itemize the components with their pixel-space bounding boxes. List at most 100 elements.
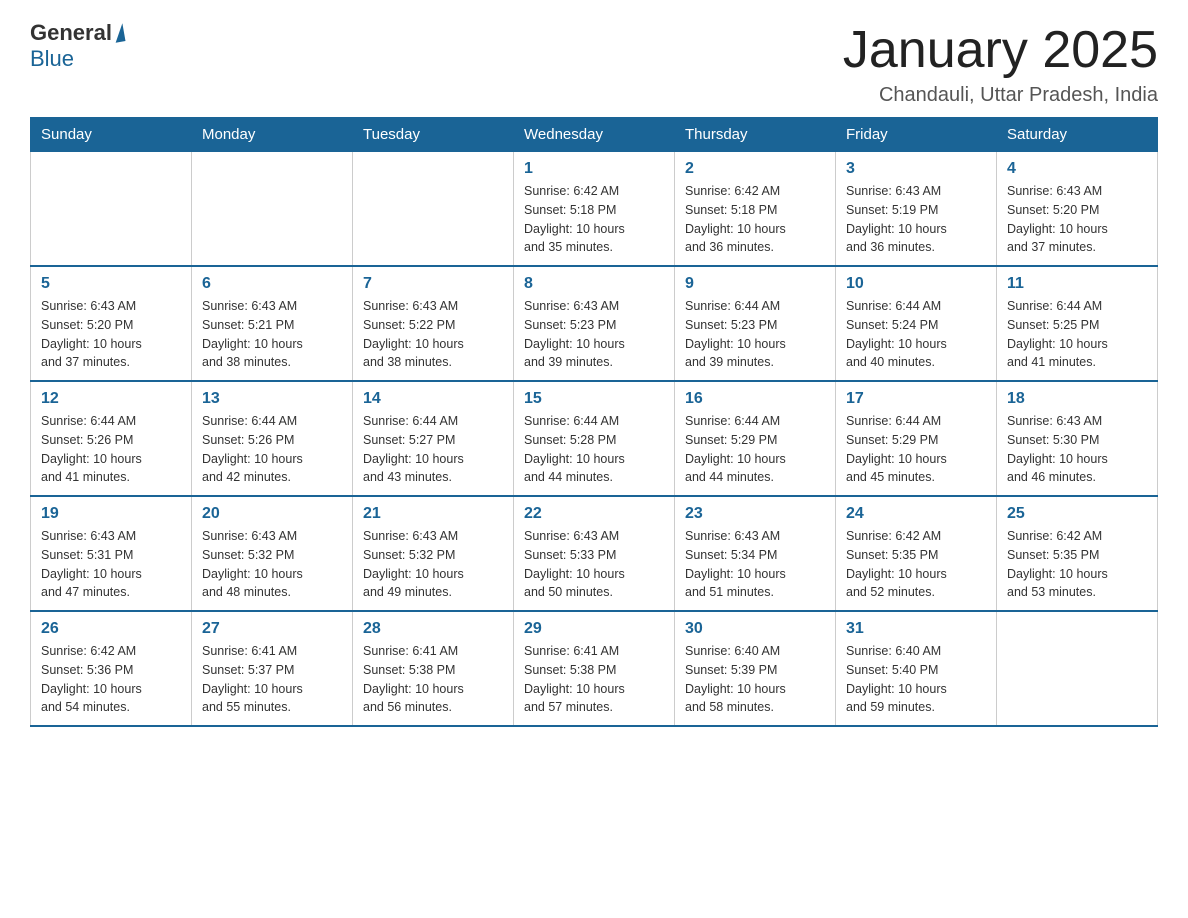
day-info: Sunrise: 6:43 AM Sunset: 5:32 PM Dayligh… — [363, 527, 503, 602]
calendar-cell: 7 Sunrise: 6:43 AM Sunset: 5:22 PM Daylig… — [353, 266, 514, 381]
calendar-cell: 3 Sunrise: 6:43 AM Sunset: 5:19 PM Daylig… — [836, 152, 997, 267]
calendar-week-5: 26 Sunrise: 6:42 AM Sunset: 5:36 PM Dayli… — [31, 611, 1158, 726]
day-info: Sunrise: 6:43 AM Sunset: 5:21 PM Dayligh… — [202, 297, 342, 372]
day-number: 16 — [685, 390, 825, 408]
day-info: Sunrise: 6:43 AM Sunset: 5:31 PM Dayligh… — [41, 527, 181, 602]
day-info: Sunrise: 6:44 AM Sunset: 5:28 PM Dayligh… — [524, 412, 664, 487]
day-info: Sunrise: 6:40 AM Sunset: 5:39 PM Dayligh… — [685, 642, 825, 717]
calendar-cell: 10Sunrise: 6:44 AM Sunset: 5:24 PM Dayli… — [836, 266, 997, 381]
calendar-cell — [353, 152, 514, 267]
day-number: 14 — [363, 390, 503, 408]
day-info: Sunrise: 6:44 AM Sunset: 5:25 PM Dayligh… — [1007, 297, 1147, 372]
day-number: 6 — [202, 275, 342, 293]
calendar-cell: 8Sunrise: 6:43 AM Sunset: 5:23 PM Daylig… — [514, 266, 675, 381]
day-info: Sunrise: 6:44 AM Sunset: 5:24 PM Dayligh… — [846, 297, 986, 372]
calendar-cell: 26 Sunrise: 6:42 AM Sunset: 5:36 PM Dayli… — [31, 611, 192, 726]
day-number: 8 — [524, 275, 664, 293]
day-number: 24 — [846, 505, 986, 523]
day-info: Sunrise: 6:43 AM Sunset: 5:30 PM Dayligh… — [1007, 412, 1147, 487]
day-number: 4 — [1007, 160, 1147, 178]
day-info: Sunrise: 6:43 AM Sunset: 5:33 PM Dayligh… — [524, 527, 664, 602]
day-number: 30 — [685, 620, 825, 638]
day-info: Sunrise: 6:43 AM Sunset: 5:34 PM Dayligh… — [685, 527, 825, 602]
calendar-cell: 28 Sunrise: 6:41 AM Sunset: 5:38 PM Dayli… — [353, 611, 514, 726]
calendar-cell: 18 Sunrise: 6:43 AM Sunset: 5:30 PM Dayli… — [997, 381, 1158, 496]
calendar-cell: 30 Sunrise: 6:40 AM Sunset: 5:39 PM Dayli… — [675, 611, 836, 726]
day-number: 29 — [524, 620, 664, 638]
calendar-cell: 24 Sunrise: 6:42 AM Sunset: 5:35 PM Dayli… — [836, 496, 997, 611]
day-info: Sunrise: 6:42 AM Sunset: 5:18 PM Dayligh… — [524, 182, 664, 257]
calendar-cell: 5Sunrise: 6:43 AM Sunset: 5:20 PM Daylig… — [31, 266, 192, 381]
day-info: Sunrise: 6:44 AM Sunset: 5:23 PM Dayligh… — [685, 297, 825, 372]
day-info: Sunrise: 6:43 AM Sunset: 5:20 PM Dayligh… — [1007, 182, 1147, 257]
logo-blue-text: Blue — [30, 46, 74, 72]
calendar-cell: 2Sunrise: 6:42 AM Sunset: 5:18 PM Daylig… — [675, 152, 836, 267]
calendar-table: SundayMondayTuesdayWednesdayThursdayFrid… — [30, 117, 1158, 727]
day-info: Sunrise: 6:43 AM Sunset: 5:19 PM Dayligh… — [846, 182, 986, 257]
calendar-week-2: 5Sunrise: 6:43 AM Sunset: 5:20 PM Daylig… — [31, 266, 1158, 381]
logo: General Blue — [30, 20, 126, 72]
day-info: Sunrise: 6:44 AM Sunset: 5:26 PM Dayligh… — [41, 412, 181, 487]
calendar-header: SundayMondayTuesdayWednesdayThursdayFrid… — [31, 118, 1158, 152]
day-info: Sunrise: 6:42 AM Sunset: 5:18 PM Dayligh… — [685, 182, 825, 257]
calendar-cell — [192, 152, 353, 267]
day-number: 11 — [1007, 275, 1147, 293]
day-number: 27 — [202, 620, 342, 638]
day-info: Sunrise: 6:40 AM Sunset: 5:40 PM Dayligh… — [846, 642, 986, 717]
weekday-header-friday: Friday — [836, 118, 997, 152]
day-number: 20 — [202, 505, 342, 523]
calendar-cell: 9 Sunrise: 6:44 AM Sunset: 5:23 PM Daylig… — [675, 266, 836, 381]
calendar-cell: 15 Sunrise: 6:44 AM Sunset: 5:28 PM Dayli… — [514, 381, 675, 496]
day-number: 18 — [1007, 390, 1147, 408]
calendar-cell: 17 Sunrise: 6:44 AM Sunset: 5:29 PM Dayli… — [836, 381, 997, 496]
day-number: 1 — [524, 160, 664, 178]
title-section: January 2025 Chandauli, Uttar Pradesh, I… — [843, 20, 1158, 107]
weekday-header-monday: Monday — [192, 118, 353, 152]
day-number: 28 — [363, 620, 503, 638]
calendar-cell: 11 Sunrise: 6:44 AM Sunset: 5:25 PM Dayli… — [997, 266, 1158, 381]
day-number: 31 — [846, 620, 986, 638]
logo-general-text: General — [30, 20, 112, 46]
weekday-header-tuesday: Tuesday — [353, 118, 514, 152]
calendar-cell: 23 Sunrise: 6:43 AM Sunset: 5:34 PM Dayli… — [675, 496, 836, 611]
day-number: 7 — [363, 275, 503, 293]
calendar-cell: 29 Sunrise: 6:41 AM Sunset: 5:38 PM Dayli… — [514, 611, 675, 726]
calendar-cell: 31 Sunrise: 6:40 AM Sunset: 5:40 PM Dayli… — [836, 611, 997, 726]
day-number: 23 — [685, 505, 825, 523]
month-title: January 2025 — [843, 20, 1158, 80]
day-info: Sunrise: 6:44 AM Sunset: 5:26 PM Dayligh… — [202, 412, 342, 487]
day-number: 15 — [524, 390, 664, 408]
day-number: 3 — [846, 160, 986, 178]
day-number: 17 — [846, 390, 986, 408]
day-info: Sunrise: 6:41 AM Sunset: 5:38 PM Dayligh… — [363, 642, 503, 717]
day-number: 13 — [202, 390, 342, 408]
calendar-cell: 6 Sunrise: 6:43 AM Sunset: 5:21 PM Daylig… — [192, 266, 353, 381]
day-number: 19 — [41, 505, 181, 523]
day-info: Sunrise: 6:43 AM Sunset: 5:32 PM Dayligh… — [202, 527, 342, 602]
day-number: 5 — [41, 275, 181, 293]
day-info: Sunrise: 6:42 AM Sunset: 5:35 PM Dayligh… — [846, 527, 986, 602]
day-info: Sunrise: 6:44 AM Sunset: 5:27 PM Dayligh… — [363, 412, 503, 487]
calendar-body: 1 Sunrise: 6:42 AM Sunset: 5:18 PM Daylig… — [31, 152, 1158, 727]
day-info: Sunrise: 6:44 AM Sunset: 5:29 PM Dayligh… — [846, 412, 986, 487]
day-info: Sunrise: 6:43 AM Sunset: 5:22 PM Dayligh… — [363, 297, 503, 372]
calendar-cell: 20 Sunrise: 6:43 AM Sunset: 5:32 PM Dayli… — [192, 496, 353, 611]
calendar-cell: 16Sunrise: 6:44 AM Sunset: 5:29 PM Dayli… — [675, 381, 836, 496]
weekday-header-thursday: Thursday — [675, 118, 836, 152]
calendar-cell: 25Sunrise: 6:42 AM Sunset: 5:35 PM Dayli… — [997, 496, 1158, 611]
calendar-cell: 4 Sunrise: 6:43 AM Sunset: 5:20 PM Daylig… — [997, 152, 1158, 267]
calendar-cell: 19 Sunrise: 6:43 AM Sunset: 5:31 PM Dayli… — [31, 496, 192, 611]
weekday-header-saturday: Saturday — [997, 118, 1158, 152]
calendar-cell: 21Sunrise: 6:43 AM Sunset: 5:32 PM Dayli… — [353, 496, 514, 611]
weekday-header-wednesday: Wednesday — [514, 118, 675, 152]
day-number: 9 — [685, 275, 825, 293]
day-info: Sunrise: 6:41 AM Sunset: 5:38 PM Dayligh… — [524, 642, 664, 717]
calendar-cell — [31, 152, 192, 267]
day-info: Sunrise: 6:42 AM Sunset: 5:36 PM Dayligh… — [41, 642, 181, 717]
calendar-cell: 1 Sunrise: 6:42 AM Sunset: 5:18 PM Daylig… — [514, 152, 675, 267]
calendar-cell: 12Sunrise: 6:44 AM Sunset: 5:26 PM Dayli… — [31, 381, 192, 496]
calendar-week-3: 12Sunrise: 6:44 AM Sunset: 5:26 PM Dayli… — [31, 381, 1158, 496]
day-number: 25 — [1007, 505, 1147, 523]
day-number: 26 — [41, 620, 181, 638]
page-header: General Blue January 2025 Chandauli, Utt… — [30, 20, 1158, 107]
